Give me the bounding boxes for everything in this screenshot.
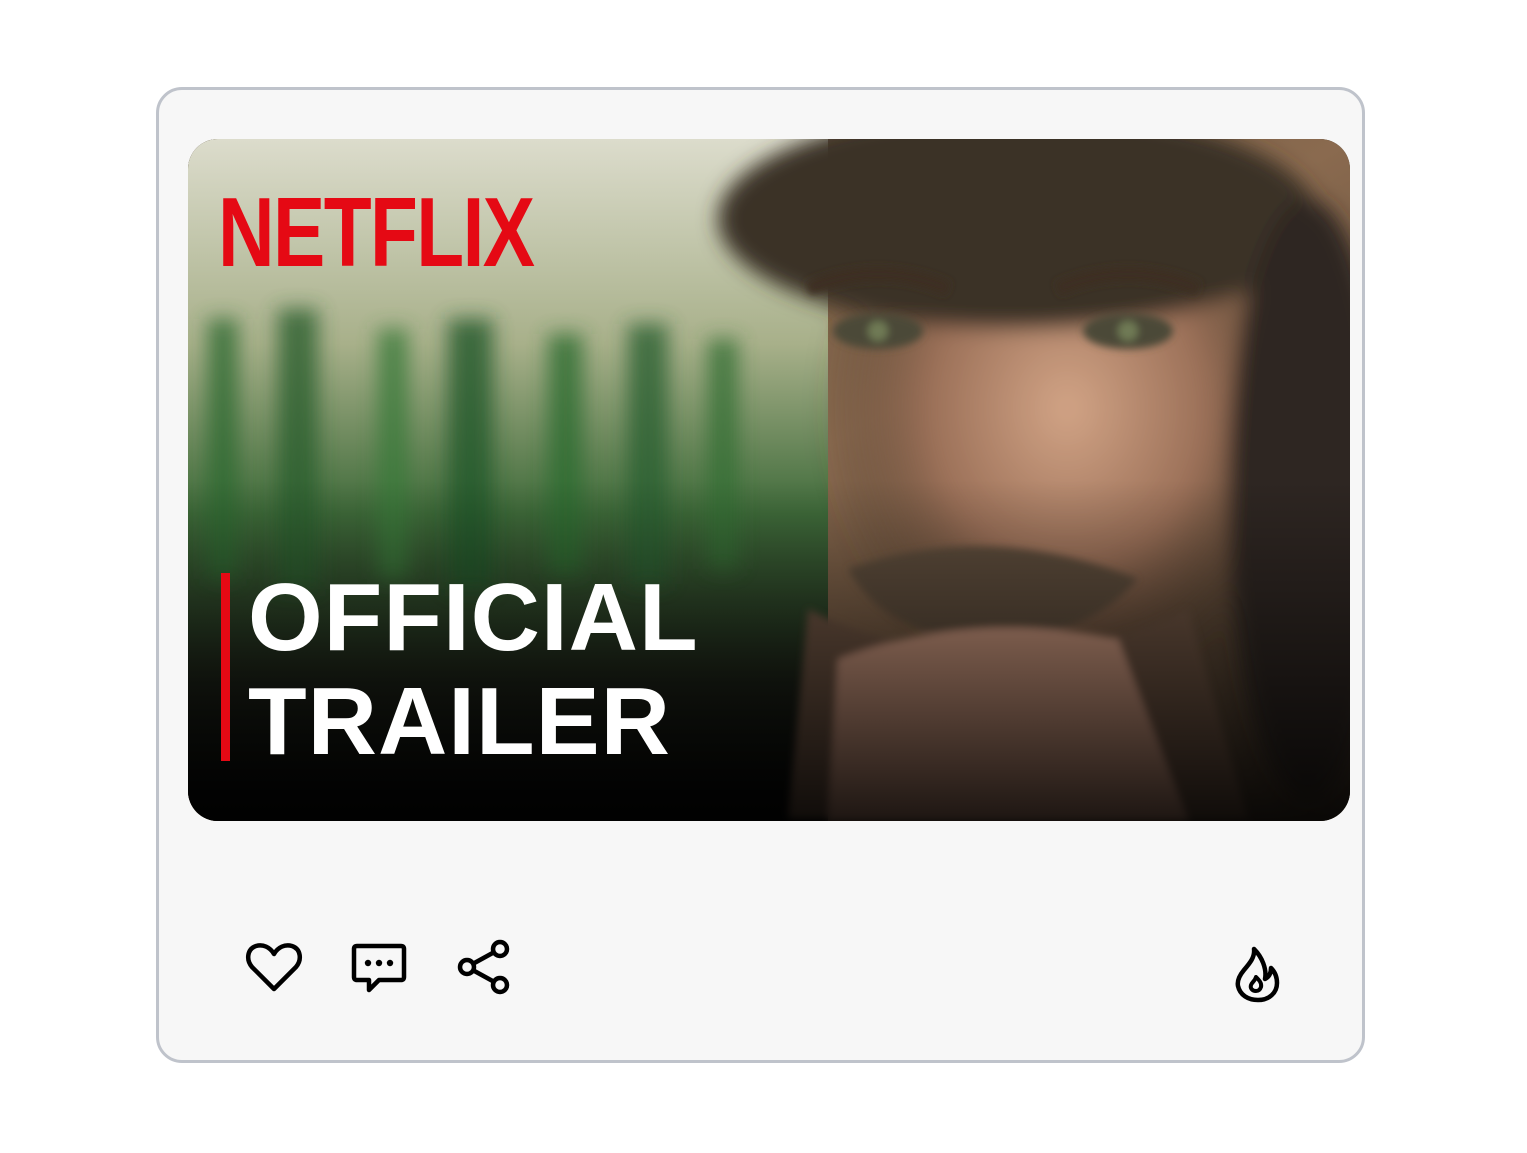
trending-button[interactable] [1226, 941, 1290, 1005]
headline-line-2: TRAILER [248, 668, 671, 775]
video-headline: OFFICIAL TRAILER [248, 566, 699, 774]
share-button[interactable] [452, 935, 516, 999]
like-button[interactable] [242, 935, 306, 999]
comment-button[interactable] [347, 935, 411, 999]
headline-line-1: OFFICIAL [248, 564, 699, 671]
flame-icon [1235, 946, 1280, 1003]
action-bar [159, 935, 1362, 1005]
share-icon [457, 939, 510, 995]
video-thumbnail[interactable]: NETFLIX OFFICIAL TRAILER [188, 139, 1350, 821]
netflix-logo: NETFLIX [218, 177, 535, 287]
comment-icon [351, 943, 407, 993]
headline-accent-bar [221, 573, 230, 761]
heart-icon [246, 943, 302, 992]
post-card: NETFLIX OFFICIAL TRAILER [156, 87, 1365, 1063]
